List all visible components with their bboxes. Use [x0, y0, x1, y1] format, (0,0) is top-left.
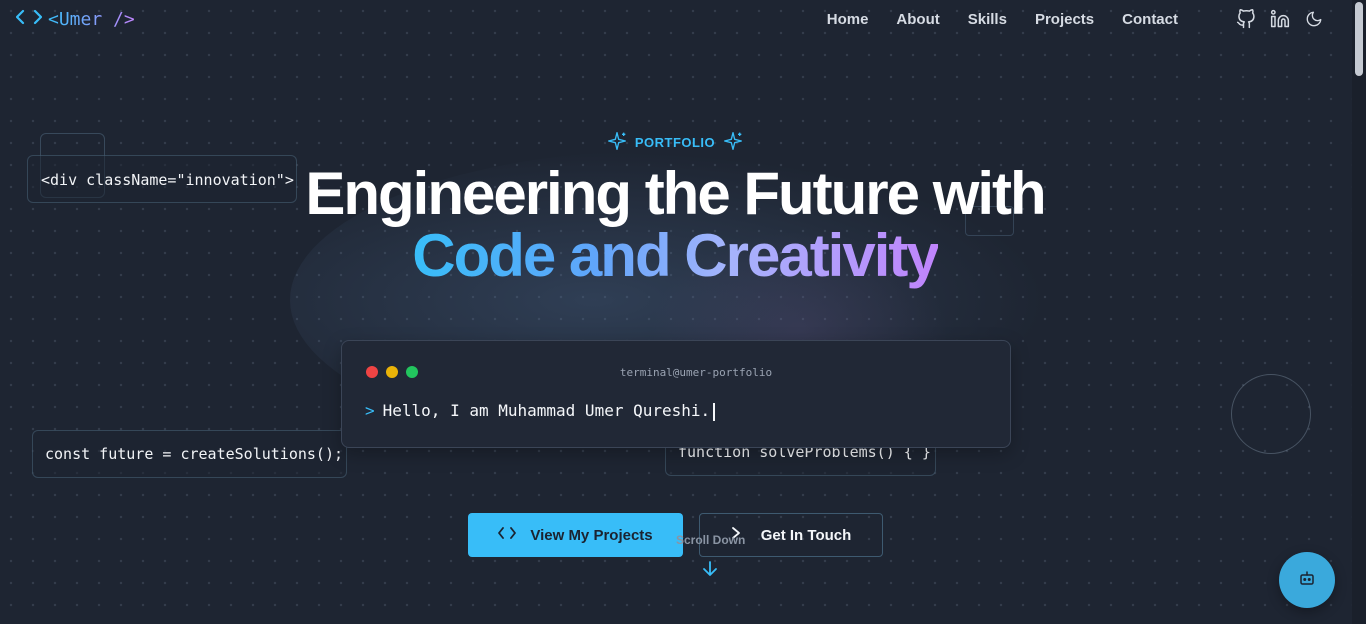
code-icon	[498, 526, 517, 544]
nav-link-projects[interactable]: Projects	[1035, 11, 1094, 28]
portfolio-badge: PORTFOLIO	[0, 131, 1350, 154]
hero-title-gradient-text: Code and Creativity	[412, 222, 939, 289]
get-in-touch-label: Get In Touch	[760, 526, 852, 544]
site-logo[interactable]: <Umer />	[15, 8, 135, 31]
view-projects-label: View My Projects	[530, 526, 653, 544]
logo-text: <Umer />	[48, 9, 135, 30]
terminal-output: > Hello, I am Muhammad Umer Qureshi.	[365, 401, 716, 421]
decorative-circle	[1231, 374, 1311, 454]
terminal-cursor	[713, 402, 716, 421]
linkedin-icon[interactable]	[1270, 9, 1290, 29]
code-brackets-icon	[15, 8, 43, 31]
sparkle-icon	[607, 131, 627, 154]
github-icon[interactable]	[1236, 9, 1256, 29]
badge-label: PORTFOLIO	[634, 135, 716, 150]
floating-code-snippet: const future = createSolutions();	[32, 430, 347, 478]
hero-title-line1: Engineering the Future with	[305, 160, 1046, 227]
robot-icon	[1298, 569, 1316, 592]
terminal-prompt: >	[365, 401, 375, 420]
main-nav: Home About Skills Projects Contact	[813, 0, 1366, 38]
chatbot-button[interactable]	[1279, 552, 1335, 608]
nav-link-about[interactable]: About	[896, 11, 939, 28]
arrow-down-icon[interactable]	[701, 560, 719, 583]
view-projects-button[interactable]: View My Projects	[468, 513, 683, 557]
sparkle-icon	[723, 131, 743, 154]
terminal-window: terminal@umer-portfolio > Hello, I am Muh…	[341, 340, 1011, 448]
nav-link-contact[interactable]: Contact	[1122, 11, 1178, 28]
page-scrollbar[interactable]	[1352, 0, 1366, 624]
moon-icon[interactable]	[1304, 9, 1324, 29]
terminal-title: terminal@umer-portfolio	[619, 366, 773, 379]
hero-title-line2: Code and Creativity	[0, 224, 1350, 288]
scroll-down-label[interactable]: Scroll Down	[676, 533, 745, 547]
nav-link-skills[interactable]: Skills	[968, 11, 1007, 28]
terminal-text: Hello, I am Muhammad Umer Qureshi.	[382, 401, 711, 420]
nav-link-home[interactable]: Home	[827, 11, 869, 28]
scrollbar-thumb[interactable]	[1355, 2, 1363, 76]
